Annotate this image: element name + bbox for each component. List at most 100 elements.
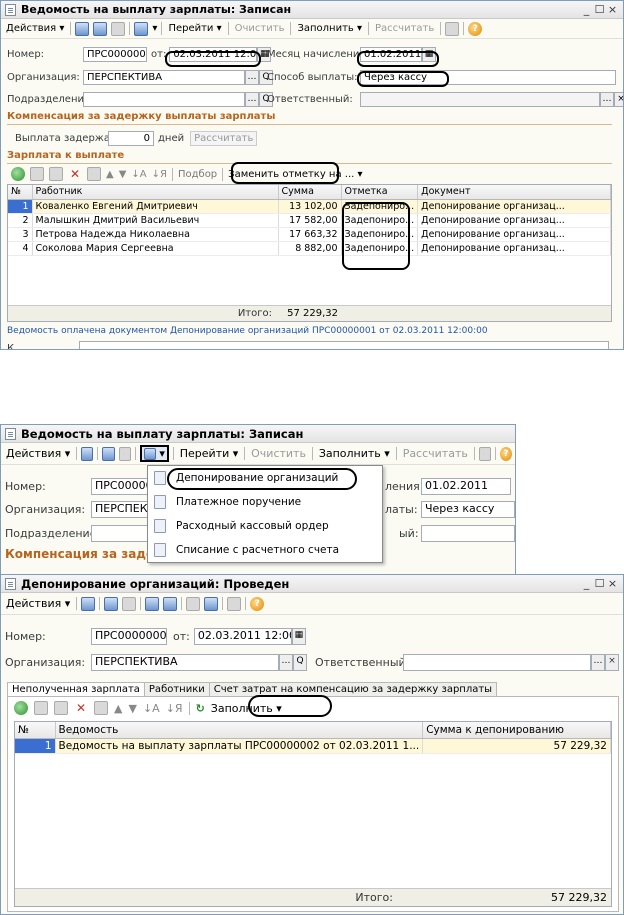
minimize-icon[interactable]: _ [580,3,593,16]
end-edit-icon[interactable] [87,167,101,181]
end-edit-icon[interactable] [94,701,108,715]
actions-menu[interactable]: Действия ▾ [4,447,72,460]
fill-button[interactable]: Заполнить ▾ [211,702,282,715]
close-icon[interactable]: × [606,577,619,590]
copy-icon[interactable] [30,167,44,181]
help-icon[interactable]: ? [468,21,483,36]
structure-icon[interactable] [478,446,492,461]
sort-desc-icon[interactable]: ↓Я [152,169,167,180]
number-field[interactable]: ПРС00000001 [91,628,167,645]
replace-mark-button[interactable]: Заменить отметку на ... ▾ [228,169,362,180]
date-field[interactable]: 02.03.2011 12:00:00 [193,628,292,645]
help-icon[interactable]: ? [499,446,512,461]
create-based-on-button[interactable]: ▾ [139,445,169,462]
col-n[interactable]: № [8,185,33,200]
maximize-icon[interactable]: ☐ [593,577,606,590]
table-row[interactable]: 1 Коваленко Евгений Дмитриевич 13 102,00… [8,199,611,214]
col-document[interactable]: Документ [417,185,611,200]
goto-menu[interactable]: Перейти ▾ [166,23,223,34]
menu-item-cash-order[interactable]: Расходный кассовый ордер [148,514,382,538]
dept-field[interactable] [83,92,245,107]
table-row[interactable]: 2 Малышкин Дмитрий Васильевич 17 582,00 … [8,213,611,228]
calc-button[interactable]: Рассчитать [401,447,470,460]
table-row[interactable]: 1 Ведомость на выплату зарплаты ПРС00000… [15,738,611,754]
minimize-icon[interactable]: _ [580,577,593,590]
sort-desc-icon[interactable]: ↓Я [166,702,183,715]
post-close-icon[interactable] [145,596,160,611]
save-icon[interactable] [93,21,108,36]
month-field[interactable]: 01.02.2011 [421,478,511,495]
edit-icon[interactable] [49,167,63,181]
col-sum[interactable]: Сумма [278,185,342,200]
selection-button[interactable]: Подбор [178,169,217,180]
save-close-icon[interactable] [75,21,90,36]
tab-cost-account[interactable]: Счет затрат на компенсацию за задержку з… [208,682,498,696]
goto-menu[interactable]: Перейти ▾ [178,447,241,460]
pay-method-field[interactable]: Через кассу [360,70,616,85]
delete-icon[interactable]: ✕ [68,167,82,181]
col-statement[interactable]: Ведомость [55,722,424,739]
clear-icon[interactable]: × [614,92,623,107]
save-icon[interactable] [104,596,119,611]
tab-unpaid-salary[interactable]: Неполученная зарплата [7,682,145,696]
paid-by-link[interactable]: Ведомость оплачена документом Депонирова… [7,326,488,336]
actions-menu[interactable]: Действия ▾ [4,23,66,34]
calendar-icon[interactable]: ▦ [291,628,306,645]
move-up-icon[interactable]: ▲ [106,169,114,180]
salary-grid[interactable]: № Работник Сумма Отметка Документ 1 Кова… [7,184,612,322]
chevron-down-icon[interactable]: ▾ [152,23,157,34]
deposit-grid[interactable]: № Ведомость Сумма к депонированию 1 Ведо… [14,721,612,907]
close-icon[interactable]: × [606,3,619,16]
number-field[interactable]: ПРС00000002 [83,47,147,62]
refresh-icon[interactable]: ↻ [196,702,205,715]
menu-item-deposit[interactable]: Депонирование организаций [148,466,382,490]
post-icon[interactable] [118,446,131,461]
sort-asc-icon[interactable]: ↓A [143,702,160,715]
clear-button[interactable]: Очистить [233,23,287,34]
calc-delay-button[interactable]: Рассчитать [190,131,258,146]
responsible-field[interactable] [360,92,600,107]
create-based-on-icon[interactable] [134,21,149,36]
add-icon[interactable] [14,701,28,715]
fill-menu[interactable]: Заполнить ▾ [295,23,364,34]
pay-method-field[interactable]: Через кассу [421,501,515,518]
move-up-icon[interactable]: ▲ [114,702,122,715]
debit-credit-icon[interactable] [186,596,201,611]
maximize-icon[interactable]: ☐ [593,3,606,16]
add-icon[interactable] [11,167,25,181]
unpost-icon[interactable] [163,596,178,611]
structure-icon[interactable] [445,21,460,36]
actions-menu[interactable]: Действия ▾ [4,597,72,610]
responsible-field[interactable] [403,654,591,671]
save-icon[interactable] [102,446,115,461]
fill-menu[interactable]: Заполнить ▾ [317,447,392,460]
save-close-icon[interactable] [81,596,96,611]
tab-workers[interactable]: Работники [143,682,210,696]
col-deposit-sum[interactable]: Сумма к депонированию [422,722,611,739]
org-field[interactable]: ПЕРСПЕКТИВА [83,70,245,85]
month-field[interactable]: 01.02.2011 [360,47,422,62]
org-field[interactable]: ПЕРСПЕКТИВА [91,654,279,671]
edit-icon[interactable] [54,701,68,715]
menu-item-payment-order[interactable]: Платежное поручение [148,490,382,514]
copy-icon[interactable] [34,701,48,715]
move-down-icon[interactable]: ▼ [128,702,136,715]
date-field[interactable]: 02.03.2011 12:00:00 [169,47,258,62]
movements-icon[interactable] [204,596,219,611]
post-icon[interactable] [122,596,137,611]
help-icon[interactable]: ? [250,596,265,611]
save-close-icon[interactable] [81,446,94,461]
select-button[interactable]: … [245,92,259,107]
comment-field[interactable] [79,341,609,349]
delay-field[interactable]: 0 [108,131,154,146]
col-worker[interactable]: Работник [32,185,279,200]
col-n[interactable]: № [15,722,56,739]
structure-icon[interactable] [227,596,242,611]
select-button[interactable]: … [245,70,259,85]
menu-item-write-off[interactable]: Списание с расчетного счета [148,538,382,562]
select-button[interactable]: … [591,654,605,671]
select-button[interactable]: … [600,92,614,107]
post-icon[interactable] [111,21,126,36]
search-icon[interactable]: Q [293,654,307,671]
delete-icon[interactable]: ✕ [74,701,88,715]
